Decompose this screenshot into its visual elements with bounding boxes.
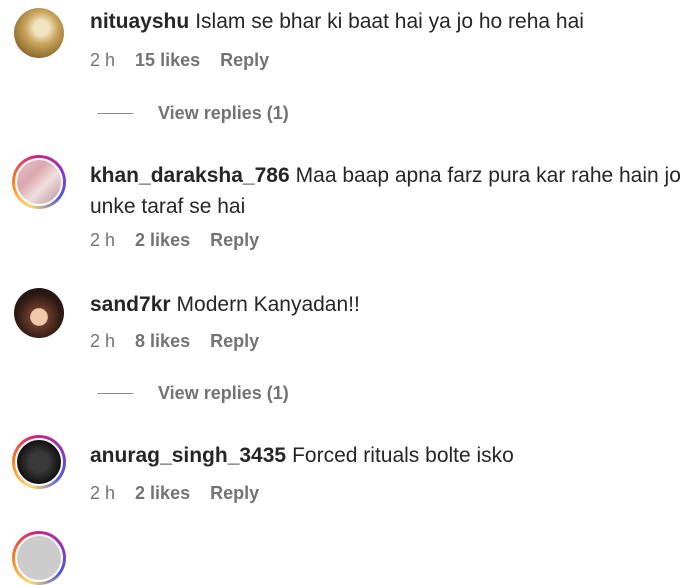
view-replies-button[interactable]: View replies (1) (97, 383, 289, 404)
comment-meta: 2 h 8 likes Reply (90, 331, 274, 352)
comment-time: 2 h (90, 50, 116, 70)
divider-line (97, 393, 133, 394)
view-replies-label: View replies (1) (158, 383, 289, 403)
comment-username[interactable]: khan_daraksha_786 (90, 164, 290, 187)
comment-meta: 2 h 2 likes Reply (90, 483, 274, 504)
avatar-image (14, 8, 64, 58)
reply-button[interactable]: Reply (210, 331, 259, 351)
comment-meta: 2 h 15 likes Reply (90, 50, 284, 71)
comment-username[interactable]: anurag_singh_3435 (90, 444, 286, 467)
likes-count[interactable]: 2 likes (135, 230, 190, 250)
comment-time: 2 h (90, 483, 116, 503)
likes-count[interactable]: 2 likes (135, 483, 190, 503)
reply-button[interactable]: Reply (210, 230, 259, 250)
reply-button[interactable]: Reply (220, 50, 269, 70)
view-replies-label: View replies (1) (158, 103, 289, 123)
avatar[interactable] (12, 435, 66, 489)
comment-body: Modern Kanyadan!! (176, 293, 360, 316)
reply-button[interactable]: Reply (210, 483, 259, 503)
comment-body: Forced rituals bolte isko (292, 444, 514, 467)
comment-text-block: khan_daraksha_786 Maa baap apna farz pura… (90, 160, 692, 222)
comment-text-block: nituayshu Islam se bhar ki baat hai ya jo… (90, 6, 692, 37)
comment-body: Islam se bhar ki baat hai ya jo ho reha … (195, 10, 584, 33)
comment-time: 2 h (90, 331, 116, 351)
divider-line (97, 113, 133, 114)
comment-time: 2 h (90, 230, 116, 250)
comment-meta: 2 h 2 likes Reply (90, 230, 274, 251)
comment-username[interactable]: sand7kr (90, 293, 171, 316)
comment-username[interactable]: nituayshu (90, 10, 189, 33)
view-replies-button[interactable]: View replies (1) (97, 103, 289, 124)
avatar[interactable] (12, 531, 66, 585)
avatar[interactable] (12, 6, 66, 60)
avatar-image (15, 158, 63, 206)
comment-text-block: sand7kr Modern Kanyadan!! (90, 289, 692, 320)
avatar-image (15, 438, 63, 486)
avatar-image (14, 288, 64, 338)
comment-text-block: anurag_singh_3435 Forced rituals bolte is… (90, 440, 692, 471)
likes-count[interactable]: 8 likes (135, 331, 190, 351)
avatar[interactable] (12, 286, 66, 340)
avatar-image (15, 534, 63, 582)
avatar[interactable] (12, 155, 66, 209)
likes-count[interactable]: 15 likes (135, 50, 200, 70)
